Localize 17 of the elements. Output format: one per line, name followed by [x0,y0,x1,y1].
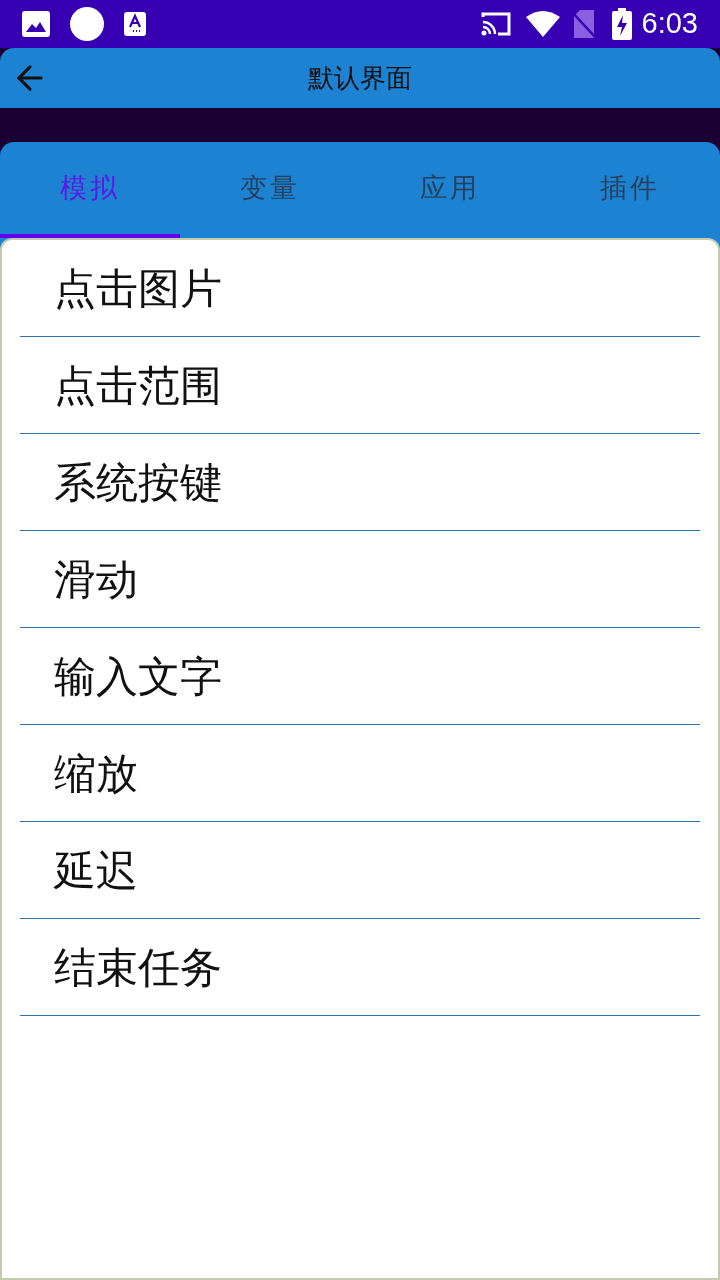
app-bar-title: 默认界面 [308,61,412,95]
image-icon [22,11,50,37]
action-item[interactable]: 点击范围 [20,337,700,434]
circle-icon [70,7,104,41]
action-item[interactable]: 系统按键 [20,434,700,531]
action-item[interactable]: 点击图片 [20,240,700,337]
action-item[interactable]: 延迟 [20,822,700,919]
action-item[interactable]: 结束任务 [20,919,700,1016]
cast-icon [479,11,512,37]
action-item[interactable]: 输入文字 [20,628,700,725]
battery-icon [611,8,632,40]
action-item[interactable]: 缩放 [20,725,700,822]
action-item[interactable]: 滑动 [20,531,700,628]
no-sim-icon [571,10,596,38]
font-icon [124,12,146,36]
wifi-icon [525,11,560,37]
status-time: 6:03 [641,6,698,42]
